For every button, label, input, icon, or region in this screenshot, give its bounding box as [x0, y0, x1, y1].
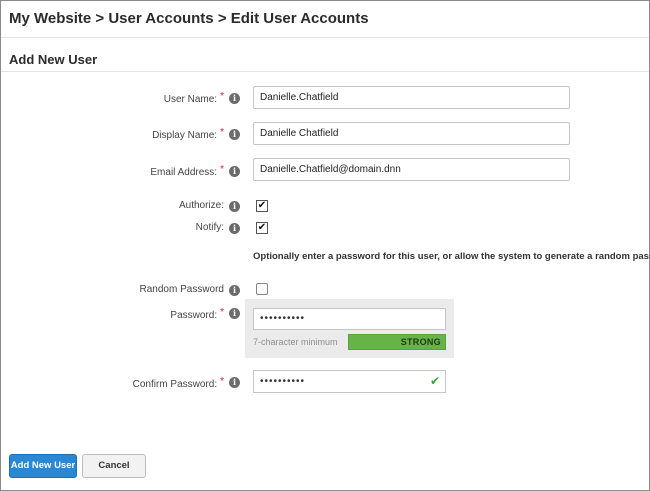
required-marker: *: [220, 127, 224, 138]
password-label: Password: *: [170, 307, 224, 321]
display-name-label: Display Name: *: [152, 127, 224, 141]
info-icon[interactable]: i: [229, 129, 240, 140]
email-label: Email Address: *: [150, 164, 224, 178]
cancel-button[interactable]: Cancel: [82, 454, 146, 478]
notify-checkbox[interactable]: ✔: [256, 222, 268, 234]
info-icon[interactable]: i: [229, 308, 240, 319]
password-match-check-icon: ✔: [430, 374, 441, 388]
required-marker: *: [220, 164, 224, 175]
info-icon[interactable]: i: [229, 93, 240, 104]
info-icon[interactable]: i: [229, 377, 240, 388]
random-password-label: Random Password: [139, 284, 224, 295]
required-marker: *: [220, 91, 224, 102]
divider: [1, 71, 649, 72]
username-input[interactable]: [253, 86, 570, 109]
info-icon[interactable]: i: [229, 201, 240, 212]
password-strength-label: STRONG: [400, 337, 441, 347]
confirm-password-label: Confirm Password: *: [132, 376, 224, 390]
password-minimum-hint: 7-character minimum: [253, 337, 338, 347]
add-new-user-button[interactable]: Add New User: [9, 454, 77, 478]
section-title: Add New User: [9, 52, 98, 67]
breadcrumb: My Website > User Accounts > Edit User A…: [9, 10, 369, 27]
display-name-input[interactable]: [253, 122, 570, 145]
info-icon[interactable]: i: [229, 223, 240, 234]
password-hint: Optionally enter a password for this use…: [253, 251, 650, 262]
required-marker: *: [220, 376, 224, 387]
notify-label: Notify:: [195, 222, 224, 233]
divider: [1, 37, 649, 38]
info-icon[interactable]: i: [229, 166, 240, 177]
confirm-password-input[interactable]: ••••••••••: [253, 370, 446, 393]
random-password-checkbox[interactable]: [256, 283, 268, 295]
authorize-checkbox[interactable]: ✔: [256, 200, 268, 212]
info-icon[interactable]: i: [229, 285, 240, 296]
password-input[interactable]: ••••••••••: [253, 308, 446, 330]
password-strength-meter: STRONG: [348, 334, 446, 350]
username-label: User Name: *: [163, 91, 224, 105]
email-input[interactable]: [253, 158, 570, 181]
required-marker: *: [220, 307, 224, 318]
page-frame: [0, 0, 650, 491]
authorize-label: Authorize:: [178, 200, 224, 211]
